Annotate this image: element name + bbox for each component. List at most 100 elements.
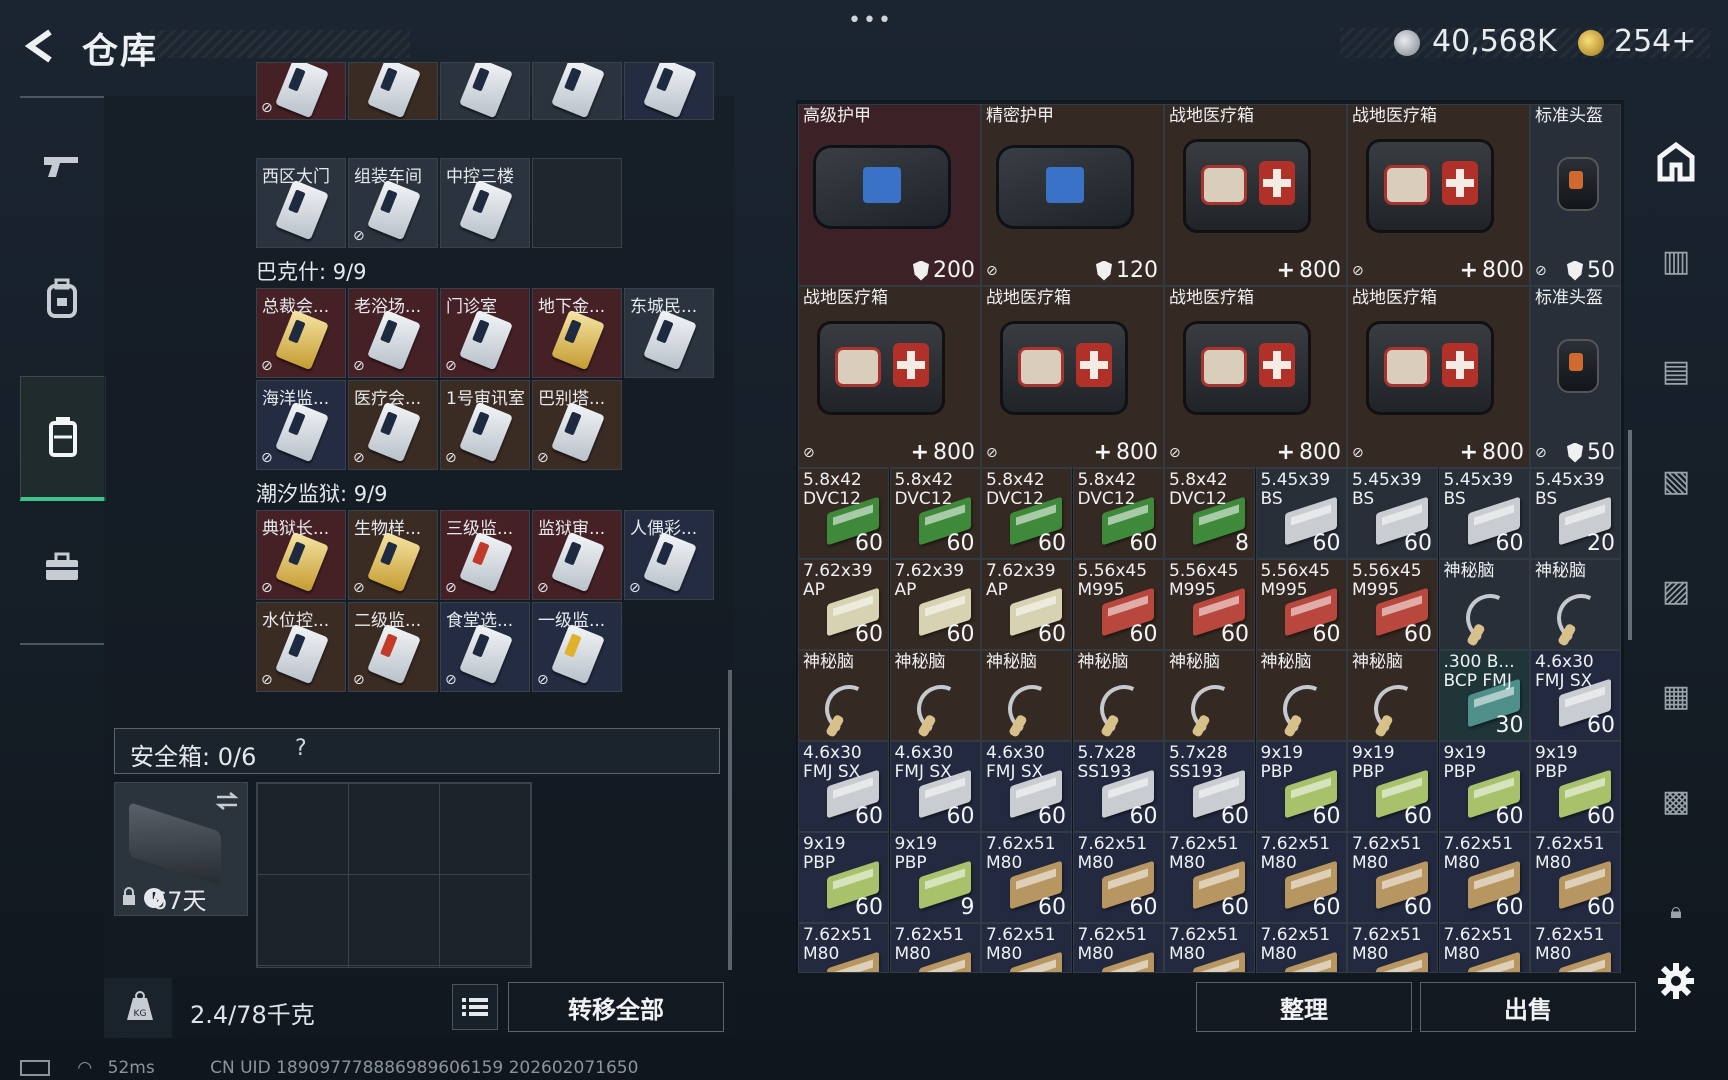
stash-item[interactable]: 7.62x51 M80 60	[1072, 832, 1164, 923]
transfer-all-button[interactable]: 转移全部	[508, 982, 724, 1032]
swap-icon[interactable]	[215, 791, 239, 811]
stash-item[interactable]: 7.62x51 M80	[1530, 923, 1621, 973]
stash-item[interactable]: 7.62x51 M80	[1347, 923, 1438, 973]
stash-item[interactable]: 5.8x42 DVC12 60	[798, 468, 889, 559]
stash-item[interactable]: 5.8x42 DVC12 60	[1072, 468, 1164, 559]
stash-page-6-tab[interactable]: ▦	[1644, 651, 1708, 741]
stash-item[interactable]: 5.56x45 M995 60	[1164, 559, 1255, 650]
stash-item[interactable]: 7.62x51 M80 60	[1164, 832, 1255, 923]
keycard-slot[interactable]	[348, 62, 438, 120]
stash-item[interactable]: 9x19 PBP 9	[889, 832, 981, 923]
stash-item[interactable]: 9x19 PBP 60	[1347, 741, 1438, 832]
stash-item[interactable]: 4.6x30 FMJ SX 60	[981, 741, 1072, 832]
stash-item[interactable]: 5.56x45 M995 60	[1347, 559, 1438, 650]
stash-item[interactable]: 4.6x30 FMJ SX 60	[798, 741, 889, 832]
keycard-slot[interactable]: 监狱审... ⊘	[532, 510, 622, 600]
nav-briefcase[interactable]	[20, 512, 104, 622]
stash-page-3-tab[interactable]: ▤	[1644, 326, 1708, 416]
keycard-slot[interactable]: 食堂选... ⊘	[440, 602, 530, 692]
keycard-slot[interactable]: 中控三楼	[440, 158, 530, 248]
keycard-slot[interactable]: 巴别塔... ⊘	[532, 380, 622, 470]
stash-item[interactable]: 7.62x51 M80 60	[1255, 832, 1347, 923]
back-arrow-icon[interactable]	[20, 26, 60, 66]
stash-item[interactable]: 9x19 PBP 60	[1530, 741, 1621, 832]
keycard-slot[interactable]: 海洋监... ⊘	[256, 380, 346, 470]
stash-page-5-tab[interactable]: ▨	[1644, 546, 1708, 636]
stash-item[interactable]: 5.45x39 BS 20	[1530, 468, 1621, 559]
stash-item[interactable]: 7.62x51 M80	[981, 923, 1072, 973]
nav-backpack[interactable]	[20, 243, 104, 353]
keycard-slot[interactable]: 组装车间 ⊘	[348, 158, 438, 248]
keycard-slot[interactable]: 二级监... ⊘	[348, 602, 438, 692]
stash-item[interactable]: 神秘脑	[1072, 650, 1164, 741]
stash-page-2-tab[interactable]: ▥	[1644, 216, 1708, 306]
stash-item[interactable]: 战地医疗箱 +800	[1164, 104, 1347, 286]
stash-item[interactable]: 战地医疗箱 ⊘ +800	[1347, 104, 1530, 286]
keycard-slot[interactable]: 地下金...	[532, 288, 622, 378]
stash-item[interactable]: 7.62x51 M80 60	[981, 832, 1072, 923]
keycard-slot[interactable]: 人偶彩... ⊘	[624, 510, 714, 600]
stash-home-tab[interactable]	[1644, 116, 1708, 206]
organize-button[interactable]: 整理	[1196, 982, 1412, 1032]
stash-item[interactable]: 9x19 PBP 60	[1438, 741, 1530, 832]
keycard-slot[interactable]: 三级监... ⊘	[440, 510, 530, 600]
stash-item[interactable]: 战地医疗箱 ⊘ +800	[981, 286, 1164, 468]
stash-item[interactable]: .300 B... BCP FMJ 30	[1438, 650, 1530, 741]
nav-chest-rig[interactable]	[20, 376, 106, 501]
nav-weapons[interactable]	[20, 110, 104, 220]
keycard-slot[interactable]: 水位控... ⊘	[256, 602, 346, 692]
stash-page-7-tab[interactable]: ▩	[1644, 756, 1708, 846]
stash-item[interactable]: 5.7x28 SS193 60	[1164, 741, 1255, 832]
keycard-slot[interactable]	[624, 62, 714, 120]
settings-button[interactable]	[1644, 936, 1708, 1026]
stash-item[interactable]: 7.62x51 M80	[889, 923, 981, 973]
left-scrollbar[interactable]	[728, 670, 732, 970]
stash-item[interactable]: 5.56x45 M995 60	[1072, 559, 1164, 650]
stash-item[interactable]: 战地医疗箱 ⊘ +800	[798, 286, 981, 468]
keycard-slot[interactable]: 一级监... ⊘	[532, 602, 622, 692]
keycard-slot[interactable]: 生物样... ⊘	[348, 510, 438, 600]
stash-item[interactable]: 标准头盔 ⊘ 50	[1530, 286, 1621, 468]
keycard-slot[interactable]	[440, 62, 530, 120]
keycard-slot[interactable]: 门诊室 ⊘	[440, 288, 530, 378]
keycard-slot[interactable]: 西区大门	[256, 158, 346, 248]
stash-item[interactable]: 神秘脑	[798, 650, 889, 741]
stash-item[interactable]: 7.62x51 M80 60	[1438, 832, 1530, 923]
stash-item[interactable]: 神秘脑	[889, 650, 981, 741]
stash-item[interactable]: 9x19 PBP 60	[798, 832, 889, 923]
stash-item[interactable]: 神秘脑	[981, 650, 1072, 741]
stash-item[interactable]: 7.62x51 M80 60	[1347, 832, 1438, 923]
stash-item[interactable]: 7.62x39 AP 60	[889, 559, 981, 650]
sell-button[interactable]: 出售	[1420, 982, 1636, 1032]
stash-item[interactable]: 4.6x30 FMJ SX 60	[1530, 650, 1621, 741]
stash-item[interactable]: 5.8x42 DVC12 8	[1164, 468, 1255, 559]
stash-item[interactable]: 5.45x39 BS 60	[1438, 468, 1530, 559]
stash-item[interactable]: 9x19 PBP 60	[1255, 741, 1347, 832]
more-menu-button[interactable]: •••	[848, 8, 893, 33]
stash-item[interactable]: 5.8x42 DVC12 60	[981, 468, 1072, 559]
stash-item[interactable]: 7.62x39 AP 60	[798, 559, 889, 650]
stash-page-4-tab[interactable]: ▧	[1644, 436, 1708, 526]
list-view-button[interactable]	[452, 984, 498, 1030]
keycard-slot[interactable]	[532, 158, 622, 248]
safe-box-help-button[interactable]: ?	[295, 736, 307, 761]
safe-box-slots[interactable]	[256, 782, 532, 968]
stash-item[interactable]: 4.6x30 FMJ SX 60	[889, 741, 981, 832]
stash-item[interactable]: 7.62x39 AP 60	[981, 559, 1072, 650]
stash-item[interactable]: 神秘脑	[1255, 650, 1347, 741]
keycard-slot[interactable]: 东城民...	[624, 288, 714, 378]
stash-item[interactable]: 神秘脑	[1164, 650, 1255, 741]
stash-item[interactable]: 战地医疗箱 ⊘ +800	[1164, 286, 1347, 468]
stash-item[interactable]: 战地医疗箱 ⊘ +800	[1347, 286, 1530, 468]
stash-item[interactable]: 精密护甲 ⊘ 120	[981, 104, 1164, 286]
stash-item[interactable]: 7.62x51 M80	[1164, 923, 1255, 973]
keycard-slot[interactable]: 典狱长... ⊘	[256, 510, 346, 600]
stash-item[interactable]: 神秘脑	[1347, 650, 1438, 741]
stash-item[interactable]: 5.56x45 M995 60	[1255, 559, 1347, 650]
stash-item[interactable]: 7.62x51 M80	[1072, 923, 1164, 973]
keycard-slot[interactable]: ⊘	[256, 62, 346, 120]
keycard-slot[interactable]: 总裁会... ⊘	[256, 288, 346, 378]
stash-item[interactable]: 标准头盔 ⊘ 50	[1530, 104, 1621, 286]
stash-item[interactable]: 7.62x51 M80	[1255, 923, 1347, 973]
stash-item[interactable]: 5.8x42 DVC12 60	[889, 468, 981, 559]
